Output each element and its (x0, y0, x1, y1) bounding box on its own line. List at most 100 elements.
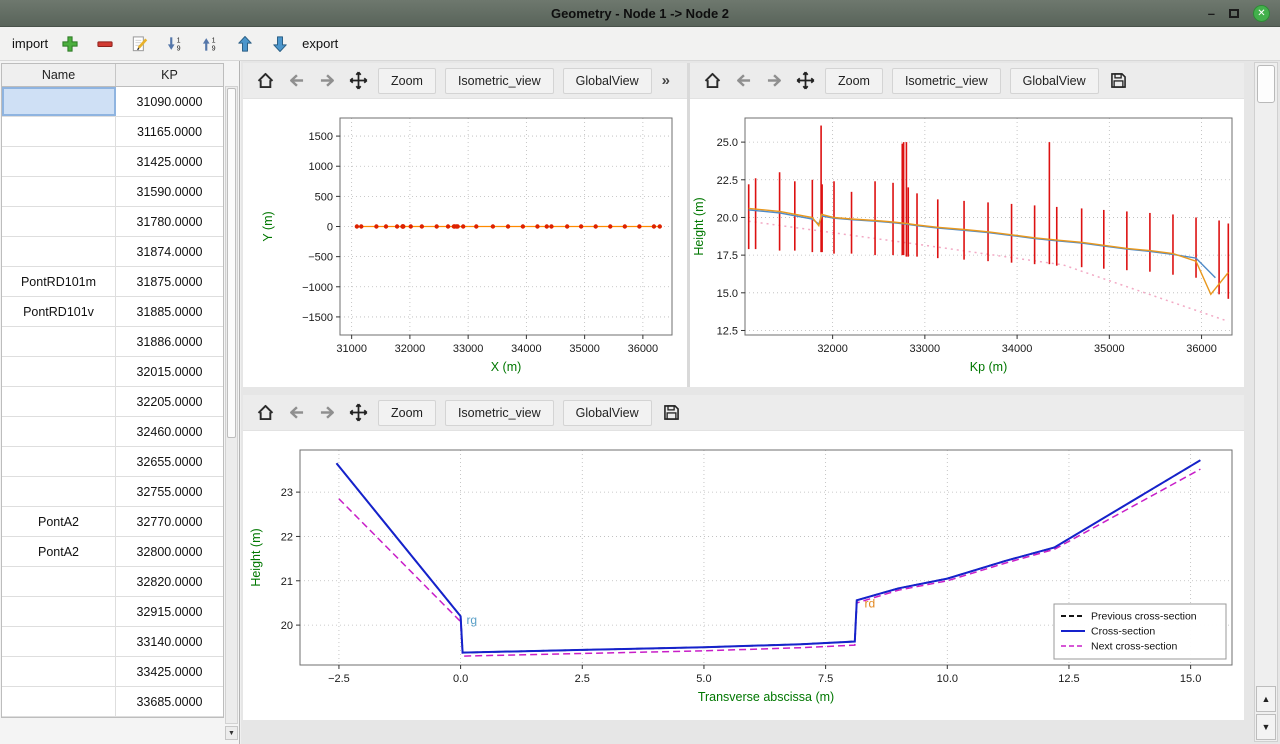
table-cell-name[interactable] (2, 567, 116, 596)
table-cell-kp[interactable]: 32915.0000 (116, 597, 223, 626)
table-cell-name[interactable] (2, 237, 116, 266)
back-button[interactable] (282, 399, 310, 427)
table-cell-kp[interactable]: 31885.0000 (116, 297, 223, 326)
table-cell-kp[interactable]: 33685.0000 (116, 687, 223, 716)
forward-button[interactable] (313, 67, 341, 95)
global-view-button[interactable]: GlobalView (563, 68, 652, 94)
pan-button[interactable] (344, 399, 372, 427)
table-row[interactable]: 32460.0000 (2, 417, 223, 447)
table-row[interactable]: 31165.0000 (2, 117, 223, 147)
table-row[interactable]: 31425.0000 (2, 147, 223, 177)
table-cell-kp[interactable]: 31875.0000 (116, 267, 223, 296)
isometric-view-button[interactable]: Isometric_view (445, 68, 554, 94)
table-row[interactable]: PontRD101m31875.0000 (2, 267, 223, 297)
table-cell-name[interactable] (2, 327, 116, 356)
import-button[interactable]: import (12, 36, 48, 51)
table-row[interactable]: 32915.0000 (2, 597, 223, 627)
table-cell-kp[interactable]: 33140.0000 (116, 627, 223, 656)
edit-section-button[interactable] (127, 31, 153, 57)
column-header-kp[interactable]: KP (116, 64, 223, 86)
table-cell-kp[interactable]: 32460.0000 (116, 417, 223, 446)
table-cell-kp[interactable]: 32015.0000 (116, 357, 223, 386)
table-row[interactable]: PontA232800.0000 (2, 537, 223, 567)
table-cell-name[interactable] (2, 657, 116, 686)
table-cell-kp[interactable]: 32820.0000 (116, 567, 223, 596)
table-cell-kp[interactable]: 31165.0000 (116, 117, 223, 146)
table-cell-name[interactable] (2, 597, 116, 626)
maximize-button[interactable] (1229, 9, 1239, 18)
table-row[interactable]: 31590.0000 (2, 177, 223, 207)
table-row[interactable]: 32755.0000 (2, 477, 223, 507)
zoom-button[interactable]: Zoom (825, 68, 883, 94)
table-cell-kp[interactable]: 31874.0000 (116, 237, 223, 266)
table-row[interactable]: 32205.0000 (2, 387, 223, 417)
save-button[interactable] (1105, 67, 1133, 95)
table-row[interactable]: PontRD101v31885.0000 (2, 297, 223, 327)
home-button[interactable] (251, 399, 279, 427)
table-cell-kp[interactable]: 31090.0000 (116, 87, 223, 116)
table-cell-kp[interactable]: 31780.0000 (116, 207, 223, 236)
table-cell-name[interactable] (2, 357, 116, 386)
table-row[interactable]: 31874.0000 (2, 237, 223, 267)
longitudinal-profile-chart[interactable]: 320003300034000350003600012.515.017.520.… (690, 99, 1244, 387)
table-cell-name[interactable] (2, 447, 116, 476)
isometric-view-button[interactable]: Isometric_view (892, 68, 1001, 94)
table-cell-name[interactable]: PontA2 (2, 537, 116, 566)
forward-button[interactable] (313, 399, 341, 427)
table-cell-name[interactable] (2, 417, 116, 446)
sort-ascending-button[interactable] (197, 31, 223, 57)
move-up-button[interactable] (232, 31, 258, 57)
sort-descending-button[interactable] (162, 31, 188, 57)
table-row[interactable]: 33140.0000 (2, 627, 223, 657)
isometric-view-button[interactable]: Isometric_view (445, 400, 554, 426)
table-cell-name[interactable] (2, 147, 116, 176)
vertical-scrollbar[interactable]: ▲ ▼ (1254, 62, 1278, 742)
table-row[interactable]: 33685.0000 (2, 687, 223, 717)
table-cell-name[interactable]: PontA2 (2, 507, 116, 536)
scroll-down-button[interactable]: ▼ (1256, 714, 1276, 740)
table-cell-kp[interactable]: 31425.0000 (116, 147, 223, 176)
table-scrollbar[interactable] (225, 86, 238, 724)
table-row[interactable]: 31886.0000 (2, 327, 223, 357)
table-cell-name[interactable] (2, 117, 116, 146)
table-cell-name[interactable] (2, 177, 116, 206)
table-scrollbar-thumb[interactable] (227, 88, 236, 438)
add-section-button[interactable] (57, 31, 83, 57)
forward-button[interactable] (760, 67, 788, 95)
table-cell-name[interactable] (2, 627, 116, 656)
table-cell-kp[interactable]: 32655.0000 (116, 447, 223, 476)
horizontal-splitter[interactable] (243, 387, 1244, 395)
save-button[interactable] (658, 399, 686, 427)
remove-section-button[interactable] (92, 31, 118, 57)
scrollbar-thumb[interactable] (1257, 65, 1275, 103)
table-cell-kp[interactable]: 32800.0000 (116, 537, 223, 566)
table-cell-name[interactable] (2, 387, 116, 416)
table-cell-name[interactable]: PontRD101m (2, 267, 116, 296)
titlebar[interactable]: Geometry - Node 1 -> Node 2 – ✕ (0, 0, 1280, 27)
table-row[interactable]: 31780.0000 (2, 207, 223, 237)
minimize-button[interactable]: – (1208, 6, 1215, 21)
table-cell-kp[interactable]: 32755.0000 (116, 477, 223, 506)
table-cell-name[interactable] (2, 687, 116, 716)
plan-view-chart[interactable]: 310003200033000340003500036000−1500−1000… (243, 99, 687, 387)
table-row[interactable]: 32820.0000 (2, 567, 223, 597)
back-button[interactable] (729, 67, 757, 95)
toolbar-overflow-button[interactable]: » (658, 72, 674, 89)
table-row[interactable]: PontA232770.0000 (2, 507, 223, 537)
table-cell-kp[interactable]: 33425.0000 (116, 657, 223, 686)
cross-section-chart[interactable]: −2.50.02.55.07.510.012.515.020212223Tran… (243, 431, 1244, 720)
table-row[interactable]: 32655.0000 (2, 447, 223, 477)
table-cell-name[interactable]: PontRD101v (2, 297, 116, 326)
close-button[interactable]: ✕ (1253, 5, 1270, 22)
table-row[interactable]: 32015.0000 (2, 357, 223, 387)
move-down-button[interactable] (267, 31, 293, 57)
scroll-up-button[interactable]: ▲ (1256, 686, 1276, 712)
global-view-button[interactable]: GlobalView (563, 400, 652, 426)
table-row[interactable]: 31090.0000 (2, 87, 223, 117)
table-cell-kp[interactable]: 31590.0000 (116, 177, 223, 206)
table-cell-kp[interactable]: 31886.0000 (116, 327, 223, 356)
pan-button[interactable] (791, 67, 819, 95)
table-row[interactable]: 33425.0000 (2, 657, 223, 687)
pan-button[interactable] (344, 67, 372, 95)
global-view-button[interactable]: GlobalView (1010, 68, 1099, 94)
